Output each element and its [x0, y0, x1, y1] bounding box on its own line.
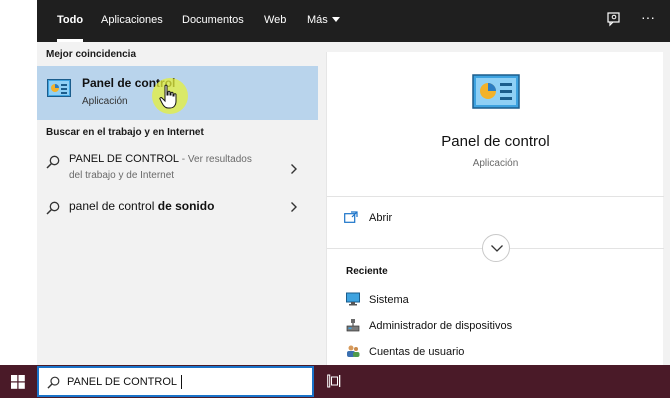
task-view-icon[interactable] [327, 374, 341, 388]
text-caret [181, 375, 182, 389]
detail-pane: Panel de control Aplicación Abrir Recien… [326, 52, 664, 365]
device-manager-icon [346, 319, 360, 332]
divider [327, 196, 664, 197]
taskbar [0, 365, 670, 398]
search-icon [46, 201, 60, 215]
recent-header: Reciente [346, 266, 388, 277]
chevron-right-icon [291, 164, 297, 174]
windows-icon [11, 375, 25, 389]
recent-item-label: Administrador de dispositivos [369, 320, 513, 332]
detail-subtitle: Aplicación [472, 158, 519, 169]
tab-mas[interactable]: Más [307, 0, 340, 42]
tab-mas-label: Más [307, 14, 328, 26]
expand-button[interactable] [482, 234, 510, 262]
filter-tab-bar: Todo Aplicaciones Documentos Web Más ··· [37, 0, 670, 42]
tab-web[interactable]: Web [264, 0, 286, 42]
start-button[interactable] [0, 365, 35, 398]
monitor-icon [346, 292, 360, 306]
open-icon [344, 211, 358, 223]
best-match-item[interactable]: Panel de control Aplicación [37, 66, 318, 120]
search-input[interactable] [67, 373, 307, 391]
hand-cursor-icon [159, 84, 177, 109]
web-result-1-suffix: - Ver resultados [179, 154, 252, 165]
users-icon [347, 345, 360, 357]
taskbar-search-box[interactable] [37, 366, 314, 397]
control-panel-icon [47, 79, 71, 97]
tab-aplicaciones[interactable]: Aplicaciones [101, 0, 163, 42]
best-match-subtitle: Aplicación [82, 96, 128, 107]
chevron-down-icon [491, 245, 503, 252]
best-match-header: Mejor coincidencia [46, 49, 137, 60]
web-result-2[interactable]: panel de control de sonido [37, 199, 318, 219]
search-window: Todo Aplicaciones Documentos Web Más ···… [0, 0, 670, 398]
web-result-1-text: PANEL DE CONTROL [69, 153, 180, 165]
tab-documentos[interactable]: Documentos [182, 0, 244, 42]
feedback-icon[interactable] [606, 11, 622, 30]
recent-item-label: Sistema [369, 294, 409, 306]
search-icon [46, 155, 60, 169]
search-icon [47, 376, 60, 389]
feedback-icon-svg [607, 12, 620, 27]
recent-item-label: Cuentas de usuario [369, 346, 465, 358]
open-label: Abrir [369, 212, 393, 224]
tab-todo[interactable]: Todo [57, 0, 84, 42]
web-result-2-bold: de sonido [157, 199, 215, 213]
web-result-1-subtext: del trabajo y de Internet [69, 170, 175, 181]
web-result-1[interactable]: PANEL DE CONTROL - Ver resultados del tr… [37, 153, 318, 187]
web-search-header: Buscar en el trabajo y en Internet [46, 127, 204, 138]
detail-title: Panel de control [441, 133, 550, 150]
chevron-right-icon [291, 202, 297, 212]
results-pane: Mejor coincidencia Panel de control Apli… [37, 42, 318, 365]
web-result-2-text: panel de control [69, 199, 158, 213]
chevron-down-icon [331, 17, 340, 22]
more-options-icon[interactable]: ··· [641, 9, 655, 25]
control-panel-icon [472, 74, 520, 109]
